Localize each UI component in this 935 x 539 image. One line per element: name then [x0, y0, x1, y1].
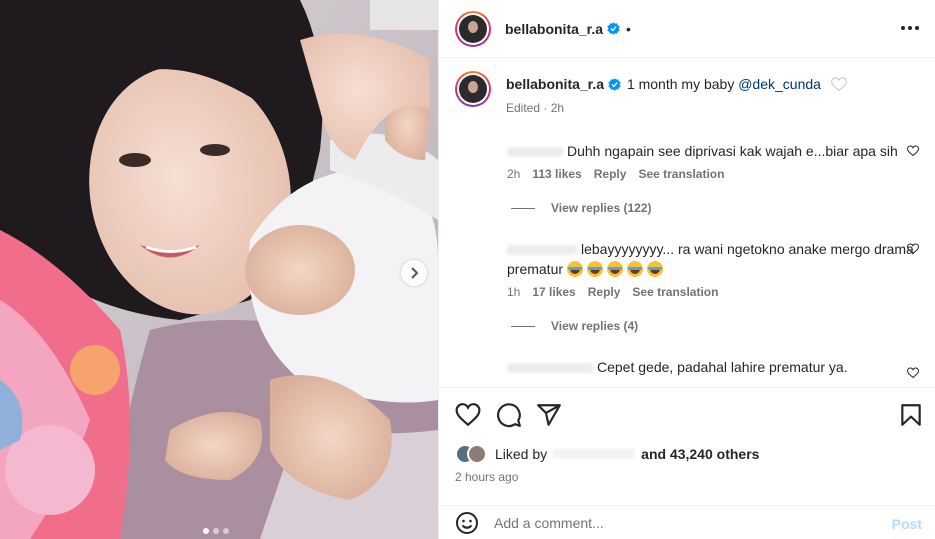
liked-by-label: Liked by [495, 446, 548, 462]
share-icon[interactable] [536, 402, 562, 428]
caption-mention[interactable]: @dek_cunda [738, 76, 821, 92]
verified-icon [607, 22, 620, 35]
caption: bellabonita_r.a 1 month my baby @dek_cun… [455, 71, 847, 115]
post-timestamp[interactable]: 2 hours ago [455, 470, 518, 484]
comment-username[interactable] [507, 147, 563, 158]
post-media[interactable] [0, 0, 438, 539]
reply-button[interactable]: Reply [588, 285, 621, 299]
comment-item: lebayyyyyyyy... ra wani ngetokno anake m… [507, 239, 919, 299]
post-panel: bellabonita_r.a • bellabonita_r.a 1 mont… [438, 0, 935, 539]
username-link[interactable]: bellabonita_r.a [505, 21, 603, 37]
see-translation-link[interactable]: See translation [632, 285, 718, 299]
post-header: bellabonita_r.a • [439, 0, 935, 58]
comment-time: 1h [507, 285, 521, 299]
laughing-emoji-icon [626, 261, 643, 277]
comment-text: Cepet gede, padahal lahire prematur ya. [597, 359, 848, 375]
comment-username[interactable] [507, 245, 577, 256]
liker-username[interactable] [553, 449, 636, 459]
likes-summary: Liked by and 43,240 others [455, 444, 759, 464]
view-replies-button[interactable]: View replies (4) [511, 319, 638, 333]
chevron-right-icon [411, 267, 419, 279]
carousel-dot [213, 528, 219, 534]
carousel-next-button[interactable] [401, 260, 427, 286]
emoji-icon[interactable] [455, 511, 479, 535]
post-button[interactable]: Post [892, 516, 922, 532]
liker-avatar[interactable] [467, 444, 487, 464]
comment-likes[interactable]: 113 likes [532, 167, 581, 181]
comment-username[interactable] [507, 363, 593, 374]
comment-text: Duhh ngapain see diprivasi kak wajah e..… [567, 143, 898, 159]
caption-text: 1 month my baby [626, 76, 735, 92]
post-actions: Liked by and 43,240 others 2 hours ago [439, 387, 935, 517]
header-separator: • [626, 20, 631, 37]
reply-button[interactable]: Reply [594, 167, 627, 181]
laughing-emoji-icon [606, 261, 623, 277]
laughing-emoji-icon [586, 261, 603, 277]
comment-item: Cepet gede, padahal lahire prematur ya. [507, 357, 919, 379]
comment-input[interactable] [494, 514, 874, 531]
post-photo [0, 0, 438, 539]
carousel-dot [223, 528, 229, 534]
heart-icon[interactable] [455, 402, 481, 428]
see-translation-link[interactable]: See translation [638, 167, 724, 181]
avatar[interactable] [455, 10, 491, 47]
comment-icon[interactable] [496, 402, 522, 428]
comment-item: Duhh ngapain see diprivasi kak wajah e..… [507, 141, 919, 181]
bookmark-icon[interactable] [898, 402, 924, 428]
emoji-row [566, 261, 667, 277]
caption-meta: Edited · 2h [506, 101, 565, 115]
like-comment-heart-icon[interactable] [907, 145, 919, 157]
comment-composer: Post [439, 505, 935, 539]
comments-list[interactable]: bellabonita_r.a 1 month my baby @dek_cun… [439, 59, 935, 387]
like-comment-heart-icon[interactable] [907, 243, 919, 255]
comment-time: 2h [507, 167, 521, 181]
verified-icon [608, 78, 621, 91]
laughing-emoji-icon [646, 261, 663, 277]
more-icon [901, 26, 905, 30]
likes-count-link[interactable]: and 43,240 others [641, 446, 759, 462]
heart-icon [830, 77, 847, 92]
comment-likes[interactable]: 17 likes [532, 285, 575, 299]
carousel-indicator [203, 528, 229, 534]
view-replies-button[interactable]: View replies (122) [511, 201, 652, 215]
laughing-emoji-icon [566, 261, 583, 277]
more-options-button[interactable] [900, 20, 920, 36]
avatar[interactable] [455, 71, 491, 107]
caption-username[interactable]: bellabonita_r.a [506, 76, 604, 92]
carousel-dot [203, 528, 209, 534]
like-comment-heart-icon[interactable] [907, 367, 919, 379]
